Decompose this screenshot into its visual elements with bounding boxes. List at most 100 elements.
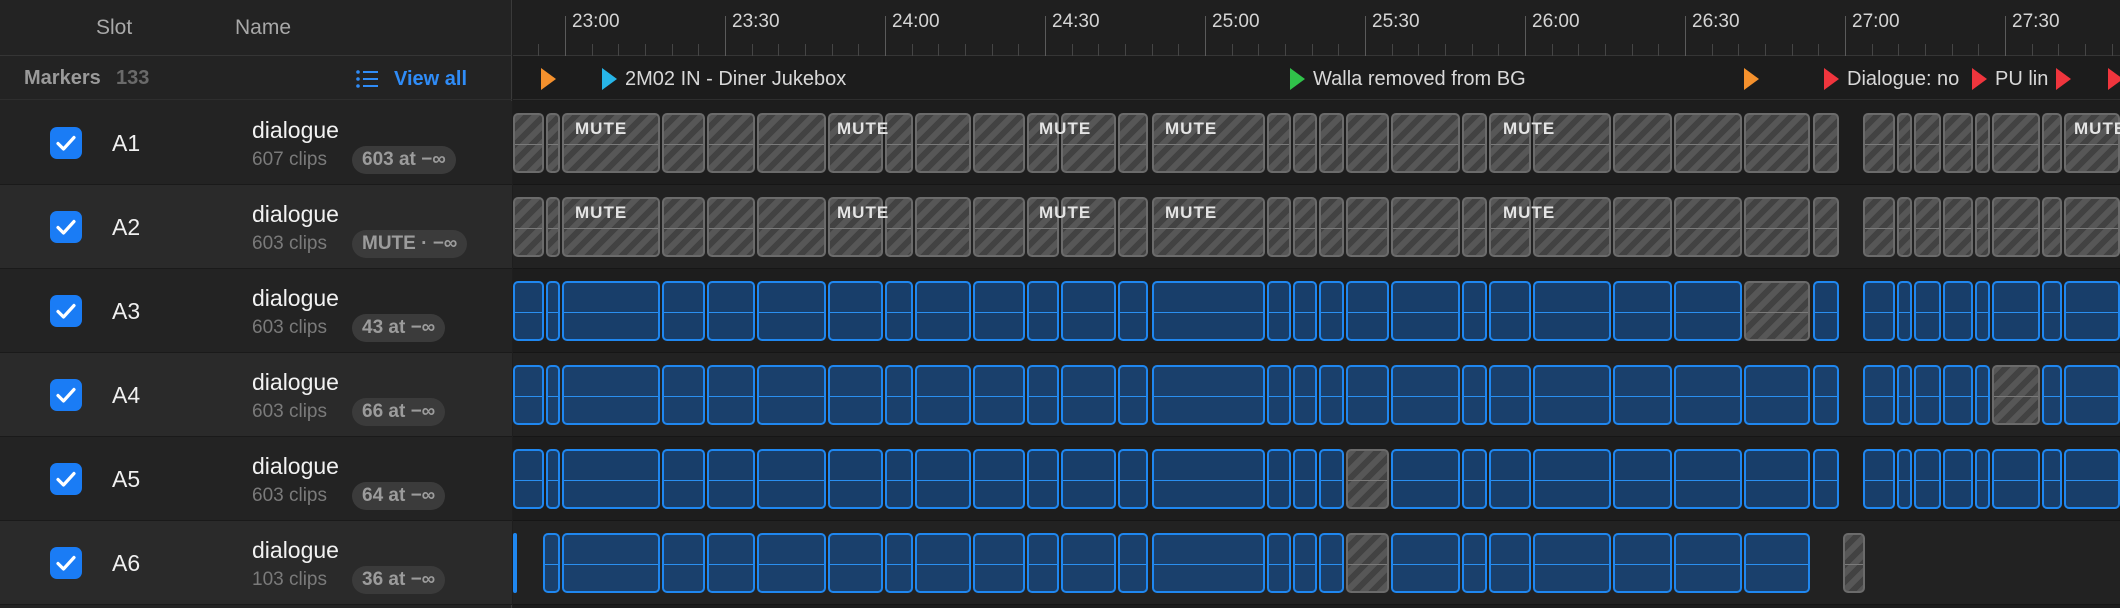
audio-clip[interactable] (1462, 449, 1487, 509)
muted-clip[interactable] (662, 113, 705, 173)
audio-clip[interactable] (1267, 449, 1291, 509)
muted-clip[interactable] (915, 113, 971, 173)
muted-clip[interactable] (1267, 113, 1291, 173)
audio-clip[interactable] (1293, 533, 1317, 593)
muted-clip[interactable] (1897, 197, 1912, 257)
audio-clip[interactable] (1293, 281, 1317, 341)
muted-clip[interactable] (1843, 533, 1865, 593)
muted-clip[interactable] (1863, 113, 1895, 173)
muted-clip[interactable] (2042, 197, 2062, 257)
timeline-marker[interactable] (1744, 68, 1767, 90)
muted-clip[interactable] (513, 113, 544, 173)
audio-clip[interactable] (1267, 281, 1291, 341)
timeline-marker[interactable]: Walla removed from BG (1290, 68, 1526, 90)
muted-clip[interactable] (1992, 197, 2040, 257)
muted-clip[interactable] (1897, 113, 1912, 173)
audio-clip[interactable] (1992, 281, 2040, 341)
track-header-a2[interactable]: A2 dialogue 603 clips MUTE · −∞ (0, 185, 512, 269)
audio-clip[interactable] (1489, 449, 1531, 509)
muted-clip[interactable] (1462, 113, 1487, 173)
audio-clip[interactable] (1943, 281, 1973, 341)
slot-column-header[interactable]: Slot (96, 16, 132, 40)
audio-clip[interactable] (1346, 365, 1389, 425)
timeline-marker[interactable] (2108, 68, 2120, 90)
audio-clip[interactable] (915, 533, 971, 593)
audio-clip[interactable] (1319, 449, 1344, 509)
audio-clip[interactable] (1674, 449, 1742, 509)
track-lane-a3[interactable] (513, 269, 2120, 353)
muted-clip[interactable] (2064, 197, 2120, 257)
track-level-badge[interactable]: 66 at −∞ (352, 398, 446, 426)
audio-clip[interactable] (562, 281, 660, 341)
audio-clip[interactable] (1613, 533, 1672, 593)
audio-clip[interactable] (1462, 281, 1487, 341)
track-name[interactable]: dialogue (252, 369, 339, 396)
audio-clip[interactable] (707, 533, 755, 593)
muted-clip[interactable] (707, 113, 755, 173)
muted-clip[interactable] (1744, 197, 1810, 257)
audio-clip[interactable] (1975, 281, 1990, 341)
audio-clip[interactable] (1027, 365, 1059, 425)
muted-clip[interactable] (1975, 197, 1990, 257)
muted-clip[interactable] (885, 113, 913, 173)
track-header-a4[interactable]: A4 dialogue 603 clips 66 at −∞ (0, 353, 512, 437)
audio-clip[interactable] (1267, 365, 1291, 425)
track-header-a1[interactable]: A1 dialogue 607 clips 603 at −∞ (0, 101, 512, 185)
muted-clip[interactable] (2042, 113, 2062, 173)
audio-clip[interactable] (1943, 365, 1973, 425)
timeline[interactable]: 23:00 23:30 24:00 24:30 25:00 25:30 26:00 26:30… (513, 0, 2120, 608)
audio-clip[interactable] (1027, 281, 1059, 341)
track-name[interactable]: dialogue (252, 537, 339, 564)
audio-clip[interactable] (1975, 449, 1990, 509)
audio-clip[interactable] (1613, 281, 1672, 341)
muted-clip[interactable] (707, 197, 755, 257)
audio-clip[interactable] (1293, 449, 1317, 509)
audio-clip[interactable] (828, 533, 883, 593)
marker-lane[interactable]: 2M02 IN - Diner Jukebox Walla removed fro… (513, 57, 2120, 100)
audio-clip[interactable] (1897, 281, 1912, 341)
timeline-marker[interactable] (541, 68, 564, 90)
muted-clip[interactable] (1391, 197, 1460, 257)
muted-clip[interactable] (973, 197, 1025, 257)
audio-clip[interactable] (1118, 449, 1148, 509)
time-ruler[interactable]: 23:00 23:30 24:00 24:30 25:00 25:30 26:00 26:30… (513, 0, 2120, 56)
audio-clip[interactable] (2064, 365, 2120, 425)
track-level-badge[interactable]: 64 at −∞ (352, 482, 446, 510)
muted-clip[interactable] (1914, 113, 1941, 173)
audio-clip[interactable] (1533, 365, 1611, 425)
audio-clip[interactable] (1674, 533, 1742, 593)
track-name[interactable]: dialogue (252, 453, 339, 480)
muted-clip[interactable] (1462, 197, 1487, 257)
name-column-header[interactable]: Name (235, 16, 291, 40)
muted-clip[interactable] (973, 113, 1025, 173)
audio-clip[interactable] (1744, 449, 1810, 509)
track-enable-checkbox[interactable] (50, 463, 82, 495)
audio-clip[interactable] (757, 365, 826, 425)
muted-clip[interactable] (1943, 197, 1973, 257)
muted-clip[interactable] (1319, 113, 1344, 173)
audio-clip[interactable] (1674, 281, 1742, 341)
muted-clip[interactable] (1118, 113, 1148, 173)
muted-clip[interactable] (757, 113, 826, 173)
audio-clip[interactable] (1813, 281, 1839, 341)
audio-clip[interactable] (1391, 533, 1460, 593)
audio-clip[interactable] (1914, 281, 1941, 341)
track-lane-a2[interactable]: MUTE MUTE MUTE MUTE MUTE (513, 185, 2120, 269)
audio-clip[interactable] (1027, 449, 1059, 509)
muted-clip[interactable] (1391, 113, 1460, 173)
audio-clip[interactable] (513, 533, 517, 593)
view-all-button[interactable]: View all (356, 63, 467, 95)
audio-clip[interactable] (1897, 365, 1912, 425)
audio-clip[interactable] (513, 281, 544, 341)
muted-clip[interactable] (1914, 197, 1941, 257)
muted-clip[interactable] (513, 197, 544, 257)
timeline-marker[interactable] (2056, 68, 2079, 90)
muted-clip[interactable] (1613, 197, 1672, 257)
audio-clip[interactable] (2042, 365, 2062, 425)
audio-clip[interactable] (915, 281, 971, 341)
audio-clip[interactable] (1061, 365, 1116, 425)
track-header-a5[interactable]: A5 dialogue 603 clips 64 at −∞ (0, 437, 512, 521)
audio-clip[interactable] (1391, 281, 1460, 341)
audio-clip[interactable] (1744, 533, 1810, 593)
audio-clip[interactable] (1489, 533, 1531, 593)
